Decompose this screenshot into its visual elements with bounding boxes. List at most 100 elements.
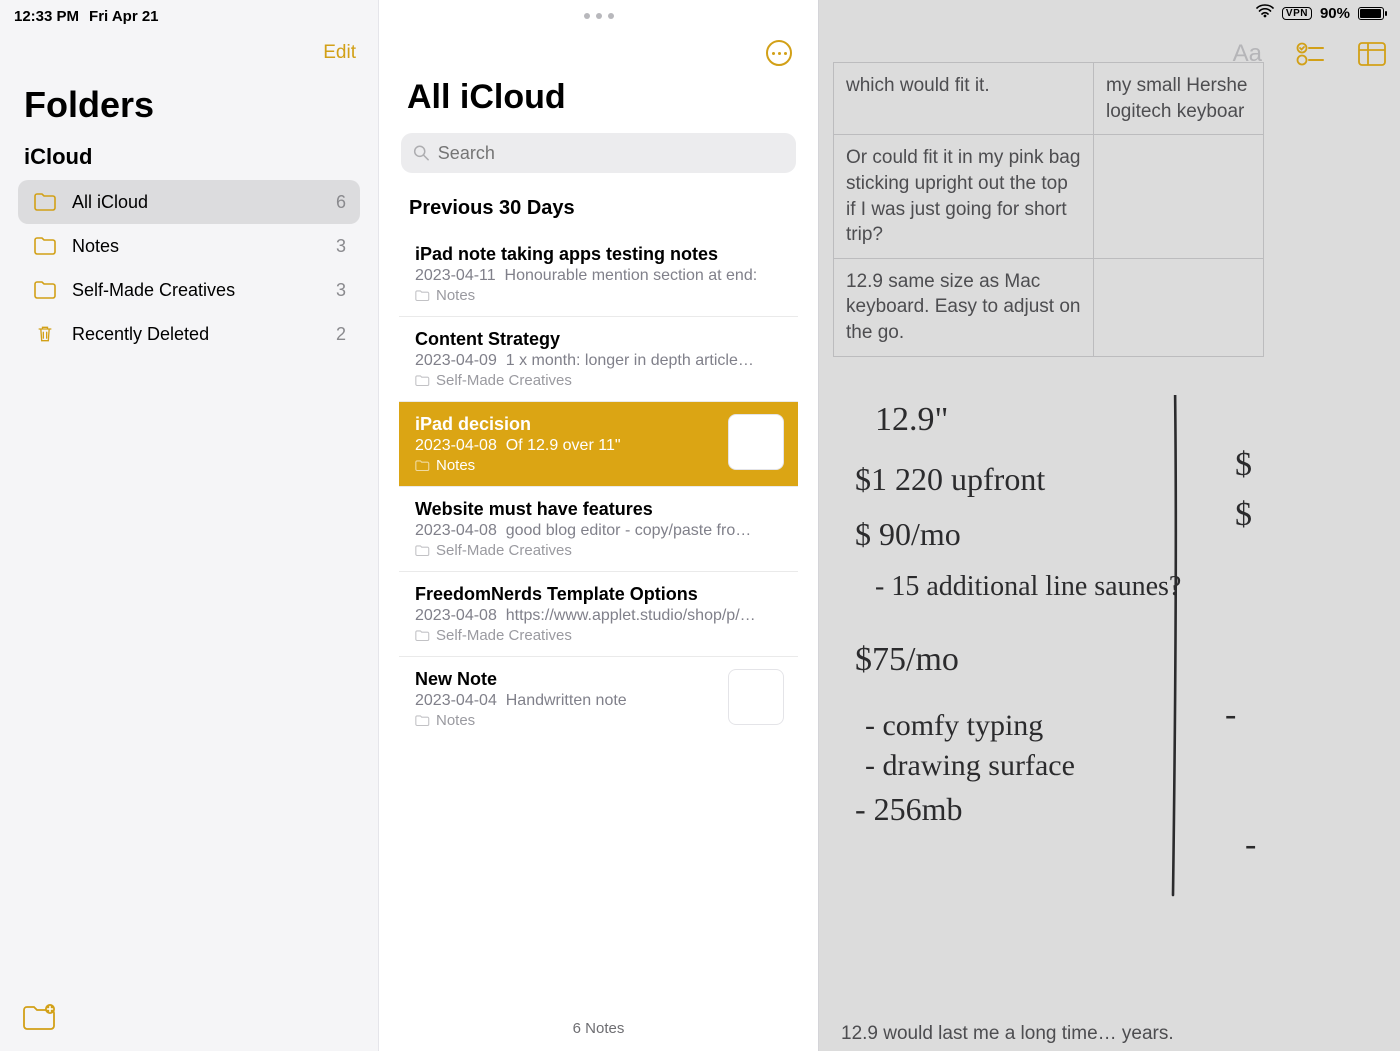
folders-pane: 12:33 PM Fri Apr 21 Edit Folders iCloud … (0, 0, 378, 1051)
table-button[interactable] (1358, 42, 1386, 66)
hw-line: - 15 additional line saunes? (875, 571, 1181, 602)
note-title: Website must have features (415, 499, 782, 520)
note-date: 2023-04-11 (415, 267, 496, 284)
folder-icon (32, 279, 58, 301)
note-date: 2023-04-04 (415, 692, 497, 709)
table-cell[interactable]: my small Hershe logitech keyboar (1094, 63, 1264, 135)
status-date: Fri Apr 21 (89, 8, 158, 25)
folders-title: Folders (0, 72, 378, 134)
hw-line: 12.9" (875, 401, 948, 438)
note-date: 2023-04-08 (415, 437, 497, 454)
folder-item-recently-deleted[interactable]: Recently Deleted 2 (18, 312, 360, 356)
folder-icon (32, 191, 58, 213)
note-folder: Self-Made Creatives (436, 542, 572, 559)
note-title: iPad note taking apps testing notes (415, 244, 782, 265)
trash-icon (32, 323, 58, 345)
search-input[interactable] (438, 143, 784, 164)
note-preview: https://www.applet.studio/shop/p/… (506, 607, 756, 624)
table-row[interactable]: Or could fit it in my pink bag sticking … (834, 135, 1264, 259)
hw-line: - (1245, 826, 1256, 863)
table-cell[interactable]: Or could fit it in my pink bag sticking … (834, 135, 1094, 259)
search-box[interactable] (401, 133, 796, 173)
folder-name: Notes (72, 236, 336, 257)
note-preview: Handwritten note (506, 692, 627, 709)
table-cell[interactable]: 12.9 same size as Mac keyboard. Easy to … (834, 258, 1094, 356)
note-title: Content Strategy (415, 329, 782, 350)
hw-line: $ 90/mo (855, 516, 961, 552)
folder-count: 6 (336, 192, 346, 213)
editor-toolbar: Aa (1233, 40, 1386, 68)
hw-line: - 256mb (855, 791, 963, 827)
note-folder: Notes (436, 712, 475, 729)
notes-list-title: All iCloud (379, 26, 818, 127)
note-count-footer: 6 Notes (379, 1020, 818, 1037)
battery-percent: 90% (1320, 5, 1350, 22)
note-preview: 1 x month: longer in depth article… (506, 352, 754, 369)
note-footer-text: 12.9 would last me a long time… years. (841, 1023, 1174, 1045)
status-bar-right: VPN 90% (1256, 4, 1384, 22)
hw-line: $ (1235, 446, 1252, 483)
note-preview: Honourable mention section at end: (505, 267, 758, 284)
note-editor-pane: VPN 90% Aa which would fit it. my small … (818, 0, 1400, 1051)
hw-line: - (1225, 696, 1236, 733)
note-item-selected[interactable]: iPad decision 2023-04-08 Of 12.9 over 11… (399, 402, 798, 487)
account-label: iCloud (0, 134, 378, 176)
table-row[interactable]: 12.9 same size as Mac keyboard. Easy to … (834, 258, 1264, 356)
text-style-button[interactable]: Aa (1233, 40, 1262, 68)
vpn-badge: VPN (1282, 7, 1312, 20)
note-thumbnail (728, 669, 784, 725)
note-item[interactable]: New Note 2023-04-04 Handwritten note Not… (399, 657, 798, 741)
note-preview: Of 12.9 over 11" (506, 437, 621, 454)
notes-list-pane: All iCloud Previous 30 Days iPad note ta… (378, 0, 818, 1051)
folder-count: 3 (336, 236, 346, 257)
note-thumbnail (728, 414, 784, 470)
folder-name: All iCloud (72, 192, 336, 213)
table-cell[interactable] (1094, 258, 1264, 356)
hw-line: $ (1235, 496, 1252, 533)
note-preview: good blog editor - copy/paste fro… (506, 522, 751, 539)
note-date: 2023-04-08 (415, 522, 497, 539)
search-icon (413, 144, 430, 162)
note-folder: Notes (436, 287, 475, 304)
folder-count: 2 (336, 324, 346, 345)
note-item[interactable]: Website must have features 2023-04-08 go… (399, 487, 798, 572)
note-content[interactable]: which would fit it. my small Hershe logi… (819, 0, 1400, 1051)
note-folder: Notes (436, 457, 475, 474)
folder-item-self-made-creatives[interactable]: Self-Made Creatives 3 (18, 268, 360, 312)
checklist-button[interactable] (1296, 42, 1324, 66)
wifi-icon (1256, 4, 1274, 22)
note-item[interactable]: FreedomNerds Template Options 2023-04-08… (399, 572, 798, 657)
hw-line: $1 220 upfront (855, 461, 1045, 497)
multitask-dots[interactable] (379, 0, 818, 26)
battery-icon (1358, 7, 1384, 20)
hw-line: - comfy typing (865, 709, 1043, 742)
hw-line: $75/mo (855, 641, 959, 678)
note-item[interactable]: iPad note taking apps testing notes 2023… (399, 232, 798, 317)
note-table[interactable]: which would fit it. my small Hershe logi… (833, 62, 1264, 357)
table-row[interactable]: which would fit it. my small Hershe logi… (834, 63, 1264, 135)
note-title: FreedomNerds Template Options (415, 584, 782, 605)
folder-icon (32, 235, 58, 257)
status-time: 12:33 PM (14, 8, 79, 25)
new-folder-button[interactable] (22, 1004, 56, 1037)
note-folder: Self-Made Creatives (436, 627, 572, 644)
edit-button[interactable]: Edit (323, 42, 356, 64)
note-title: New Note (415, 669, 782, 690)
hw-line: - drawing surface (865, 749, 1075, 782)
table-cell[interactable]: which would fit it. (834, 63, 1094, 135)
table-cell[interactable] (1094, 135, 1264, 259)
folder-name: Recently Deleted (72, 324, 336, 345)
note-item[interactable]: Content Strategy 2023-04-09 1 x month: l… (399, 317, 798, 402)
note-date: 2023-04-08 (415, 607, 497, 624)
folder-item-notes[interactable]: Notes 3 (18, 224, 360, 268)
folder-name: Self-Made Creatives (72, 280, 336, 301)
more-options-button[interactable] (766, 40, 792, 66)
note-list: iPad note taking apps testing notes 2023… (399, 232, 798, 741)
folder-count: 3 (336, 280, 346, 301)
folder-item-all-icloud[interactable]: All iCloud 6 (18, 180, 360, 224)
folder-list: All iCloud 6 Notes 3 Self-Made Creatives… (0, 176, 378, 360)
status-bar-left: 12:33 PM Fri Apr 21 (0, 0, 378, 26)
handwriting-area[interactable]: 12.9" $1 220 upfront $ 90/mo - 15 additi… (855, 395, 1400, 915)
note-title: iPad decision (415, 414, 782, 435)
note-date: 2023-04-09 (415, 352, 497, 369)
